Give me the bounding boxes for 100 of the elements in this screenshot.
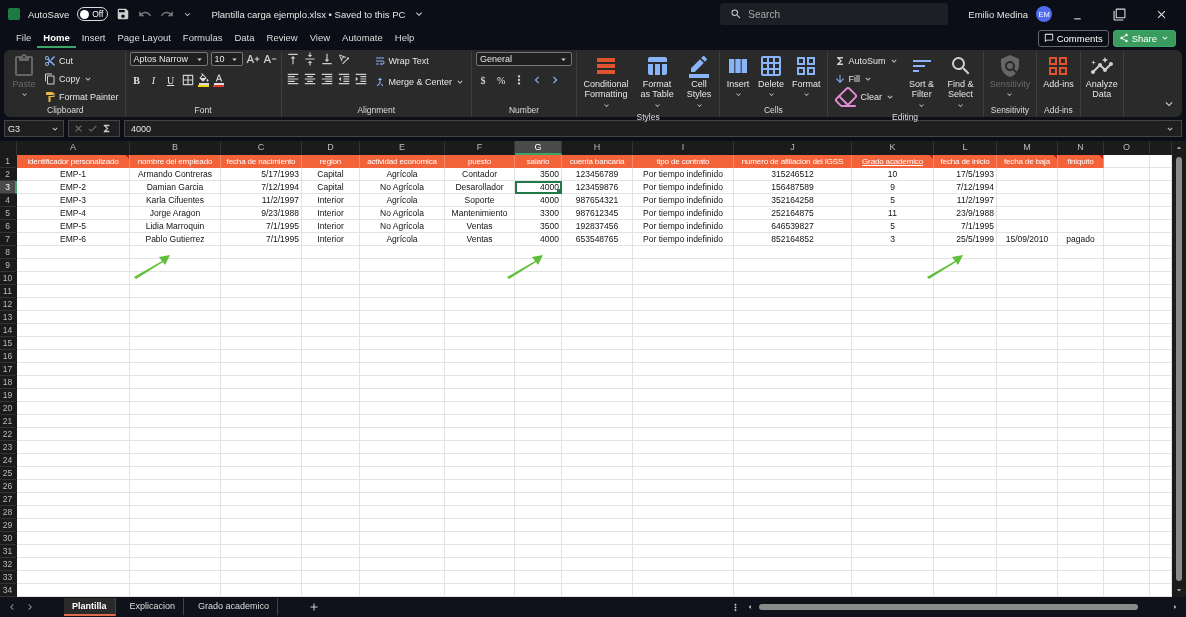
row-header[interactable]: 29 (0, 519, 17, 532)
ribbon-button[interactable]: Format (790, 52, 823, 102)
vertical-scrollbar[interactable] (1176, 157, 1182, 581)
menu-tab[interactable]: Help (388, 28, 421, 48)
ribbon-button[interactable]: Copy (42, 70, 121, 87)
increase-font-icon[interactable] (245, 52, 260, 66)
menu-tab[interactable]: Formulas (176, 28, 229, 48)
menu-tab[interactable]: Automate (336, 28, 389, 48)
row-header[interactable]: 15 (0, 337, 17, 350)
row-header[interactable]: 20 (0, 402, 17, 415)
currency-button[interactable]: $ (476, 72, 491, 88)
ribbon-button[interactable]: Cut (42, 52, 121, 69)
ribbon-button[interactable]: Wrap Text (371, 52, 468, 69)
ribbon-button[interactable]: Fill (831, 70, 901, 87)
sheet-tab[interactable]: Plantilla (64, 598, 116, 616)
menu-tab[interactable]: Home (37, 28, 76, 48)
comments-button[interactable]: Comments (1037, 29, 1109, 47)
row-header[interactable]: 19 (0, 389, 17, 402)
row-header[interactable]: 5 (0, 207, 17, 220)
ribbon-button[interactable]: Insert (724, 52, 753, 102)
decrease-indent-icon[interactable] (336, 72, 351, 86)
row-header[interactable]: 8 (0, 246, 17, 259)
ribbon-button[interactable]: Delete (756, 52, 787, 102)
sheet-tab[interactable]: Grado academico (190, 598, 279, 616)
align-top-icon[interactable] (285, 52, 300, 66)
row-header[interactable]: 12 (0, 298, 17, 311)
row-header[interactable]: 7 (0, 233, 17, 246)
row-header[interactable]: 31 (0, 545, 17, 558)
ribbon-button[interactable]: Conditional Formatting (581, 52, 632, 112)
horizontal-scrollbar[interactable] (759, 604, 1138, 610)
ribbon-button[interactable]: Merge & Center (371, 73, 468, 90)
row-header[interactable]: 30 (0, 532, 17, 545)
font-name-dropdown[interactable]: Aptos Narrow (129, 52, 208, 66)
row-header[interactable]: 34 (0, 584, 17, 597)
font-color-icon[interactable] (212, 73, 225, 87)
row-header[interactable]: 26 (0, 480, 17, 493)
number-format-dropdown[interactable]: General (476, 52, 573, 66)
row-header[interactable]: 24 (0, 454, 17, 467)
underline-button[interactable]: U (163, 72, 178, 88)
ribbon-button[interactable]: Cell Styles (683, 52, 716, 112)
font-size-dropdown[interactable]: 10 (210, 52, 243, 66)
ribbon-button[interactable]: Sort & Filter (904, 52, 939, 112)
row-header[interactable]: 1 (0, 155, 17, 168)
borders-icon[interactable] (180, 73, 195, 87)
sheet-tab[interactable]: Explicacion (121, 598, 185, 616)
align-bottom-icon[interactable] (319, 52, 334, 66)
ribbon-button[interactable]: Clear (831, 88, 901, 105)
row-header[interactable]: 28 (0, 506, 17, 519)
row-header[interactable]: 14 (0, 324, 17, 337)
column-header[interactable]: G (515, 141, 562, 155)
row-header[interactable]: 18 (0, 376, 17, 389)
row-header[interactable]: 4 (0, 194, 17, 207)
align-right-icon[interactable] (319, 72, 334, 86)
ribbon-button[interactable]: Add-ins (1041, 52, 1076, 92)
fill-color-icon[interactable] (197, 73, 210, 87)
row-header[interactable]: 27 (0, 493, 17, 506)
bold-button[interactable]: B (129, 72, 144, 88)
row-header[interactable]: 11 (0, 285, 17, 298)
decrease-font-icon[interactable] (262, 52, 277, 66)
menu-tab[interactable]: View (303, 28, 337, 48)
cancel-icon[interactable] (73, 123, 84, 134)
increase-indent-icon[interactable] (353, 72, 368, 86)
row-header[interactable]: 6 (0, 220, 17, 233)
row-header[interactable]: 9 (0, 259, 17, 272)
menu-tab[interactable]: Review (260, 28, 304, 48)
ribbon-button[interactable]: AutoSum (831, 52, 901, 69)
ribbon-button[interactable]: Analyze Data (1084, 52, 1119, 102)
window-title[interactable]: Plantilla carga ejemplo.xlsx • Saved to this PC (211, 8, 406, 20)
search-field[interactable]: Search (720, 3, 949, 25)
row-header[interactable]: 3 (0, 181, 17, 194)
row-header[interactable]: 13 (0, 311, 17, 324)
percent-button[interactable]: % (494, 72, 509, 88)
save-icon[interactable] (116, 7, 131, 21)
align-center-icon[interactable] (302, 72, 317, 86)
ribbon-button[interactable]: Find & Select (942, 52, 979, 112)
ribbon-button[interactable]: Format as Table (635, 52, 680, 112)
italic-button[interactable]: I (146, 72, 161, 88)
align-middle-icon[interactable] (302, 52, 317, 66)
name-box[interactable]: G3 (4, 120, 64, 137)
row-header[interactable]: 10 (0, 272, 17, 285)
row-header[interactable]: 22 (0, 428, 17, 441)
add-sheet-icon[interactable] (308, 601, 321, 613)
row-header[interactable]: 2 (0, 168, 17, 181)
menu-tab[interactable]: Insert (75, 28, 112, 48)
ribbon-button[interactable]: Format Painter (42, 88, 121, 105)
row-header[interactable]: 23 (0, 441, 17, 454)
align-left-icon[interactable] (285, 72, 300, 86)
orientation-icon[interactable] (336, 52, 351, 66)
row-header[interactable]: 16 (0, 350, 17, 363)
function-icon[interactable] (101, 123, 112, 134)
row-header[interactable]: 32 (0, 558, 17, 571)
row-header[interactable]: 21 (0, 415, 17, 428)
row-header[interactable]: 17 (0, 363, 17, 376)
menu-tab[interactable]: Page Layout (111, 28, 177, 48)
row-header[interactable]: 25 (0, 467, 17, 480)
menu-tab[interactable]: File (10, 28, 38, 48)
row-header[interactable]: 33 (0, 571, 17, 584)
menu-tab[interactable]: Data (228, 28, 261, 48)
column-header[interactable]: O (1104, 141, 1150, 155)
table-cell: pagado (1058, 233, 1104, 246)
